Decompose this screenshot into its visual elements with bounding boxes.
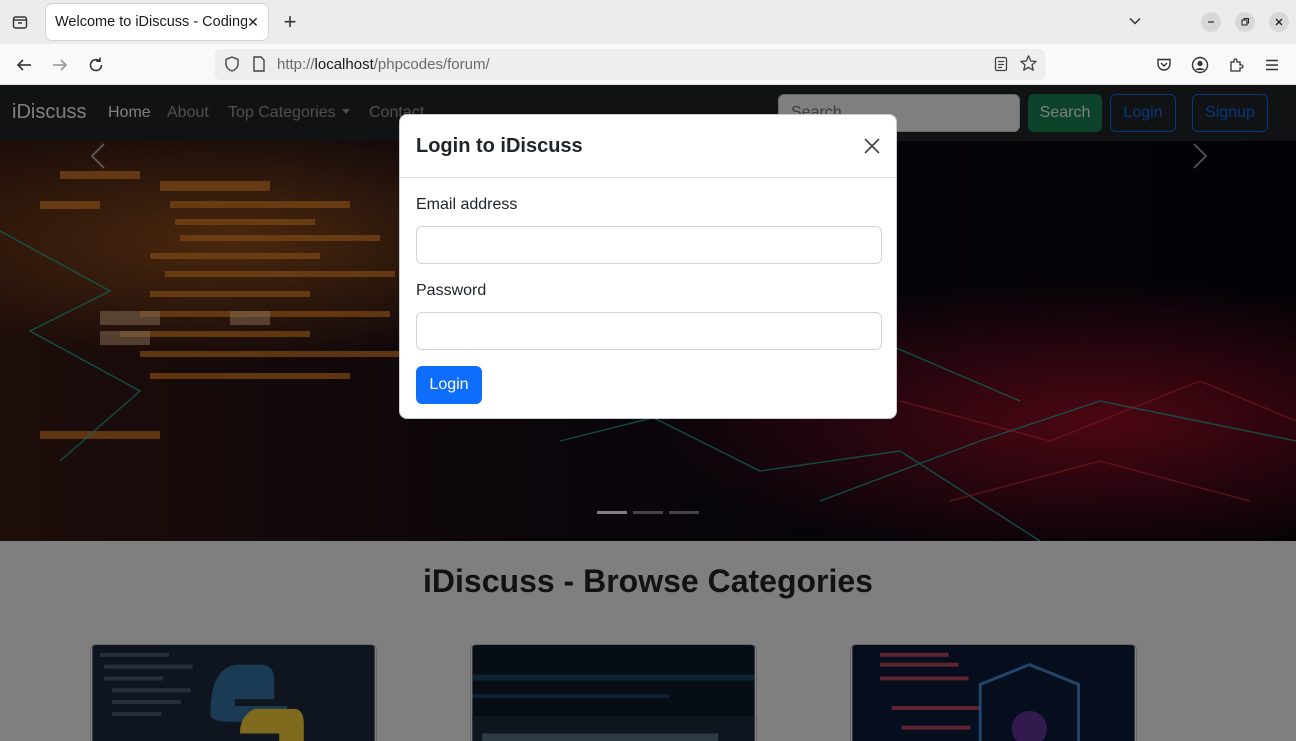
browser-tab-bar: Welcome to iDiscuss - Coding ✕ + (0, 0, 1296, 44)
browser-nav-bar: http://localhost/phpcodes/forum/ (0, 44, 1296, 85)
url-text[interactable]: http://localhost/phpcodes/forum/ (277, 56, 490, 73)
shield-icon[interactable] (223, 55, 241, 78)
address-bar[interactable]: http://localhost/phpcodes/forum/ (215, 49, 1045, 80)
browser-tab[interactable]: Welcome to iDiscuss - Coding ✕ (46, 4, 268, 40)
page-icon[interactable] (251, 55, 267, 78)
extensions-icon[interactable] (1224, 53, 1248, 77)
back-icon[interactable] (12, 53, 36, 77)
modal-title: Login to iDiscuss (416, 135, 583, 157)
menu-icon[interactable] (1260, 53, 1284, 77)
url-prefix: http:// (277, 56, 315, 73)
minimize-icon[interactable] (1201, 12, 1221, 32)
url-host: localhost (314, 56, 374, 73)
chevron-down-icon[interactable] (1124, 10, 1146, 32)
password-label: Password (416, 282, 487, 299)
new-tab-icon[interactable]: + (278, 10, 302, 34)
forward-icon[interactable] (48, 53, 72, 77)
modal-header: Login to iDiscuss (400, 115, 896, 178)
close-window-icon[interactable] (1269, 12, 1289, 32)
account-icon[interactable] (1188, 53, 1212, 77)
browser-tab-title: Welcome to iDiscuss - Coding (55, 14, 247, 30)
close-icon[interactable] (862, 136, 882, 156)
password-field[interactable] (416, 312, 882, 350)
reload-icon[interactable] (84, 53, 108, 77)
email-field[interactable] (416, 226, 882, 264)
close-tab-icon[interactable]: ✕ (244, 13, 262, 31)
bookmark-star-icon[interactable] (1019, 54, 1038, 78)
login-modal: Login to iDiscuss Email address Password… (399, 114, 897, 419)
email-label: Email address (416, 196, 518, 213)
restore-icon[interactable] (1235, 12, 1255, 32)
reader-view-icon[interactable] (993, 55, 1009, 78)
pocket-icon[interactable] (1152, 53, 1176, 77)
login-submit-button[interactable]: Login (416, 366, 482, 404)
url-path: /phpcodes/forum/ (373, 56, 490, 73)
tab-list-icon[interactable] (8, 10, 32, 34)
